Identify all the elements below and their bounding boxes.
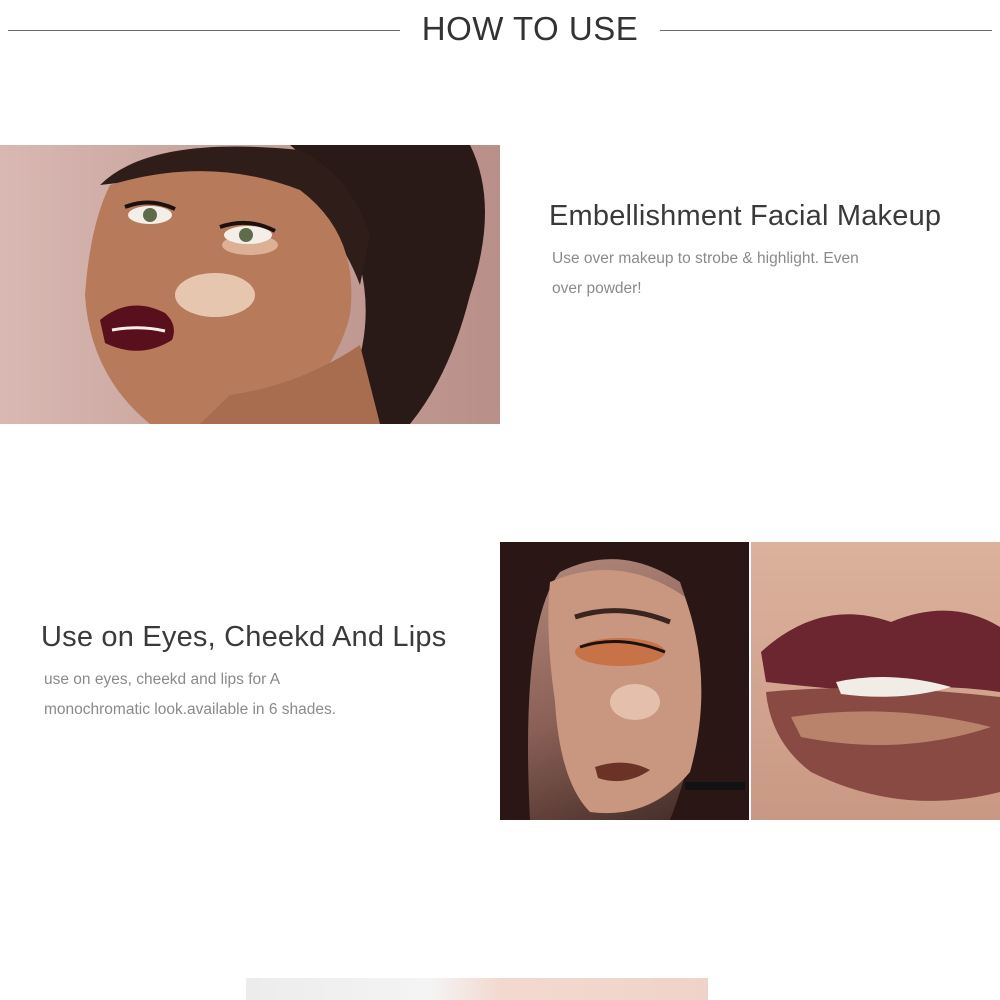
header-divider-left [8, 30, 400, 31]
highlighter-face-photo [0, 145, 500, 424]
feature-title: Use on Eyes, Cheekd And Lips [41, 621, 447, 653]
feature-title: Embellishment Facial Makeup [549, 200, 942, 232]
header-divider-right [660, 30, 992, 31]
product-photo [246, 978, 708, 1000]
lips-closeup-photo [751, 542, 1000, 820]
feature-description: use on eyes, cheekd and lips for A monoc… [44, 665, 444, 725]
feature-description-line: Use over makeup to strobe & highlight. E… [552, 250, 859, 267]
feature-description-line: use on eyes, cheekd and lips for A [44, 671, 281, 688]
section-header: HOW TO USE [0, 0, 1000, 62]
eye-makeup-photo [500, 542, 749, 820]
feature-description-line: over powder! [552, 280, 642, 297]
feature-description: Use over makeup to strobe & highlight. E… [552, 244, 932, 304]
feature-description-line: monochromatic look.available in 6 shades… [44, 701, 337, 718]
section-title: HOW TO USE [421, 10, 639, 47]
